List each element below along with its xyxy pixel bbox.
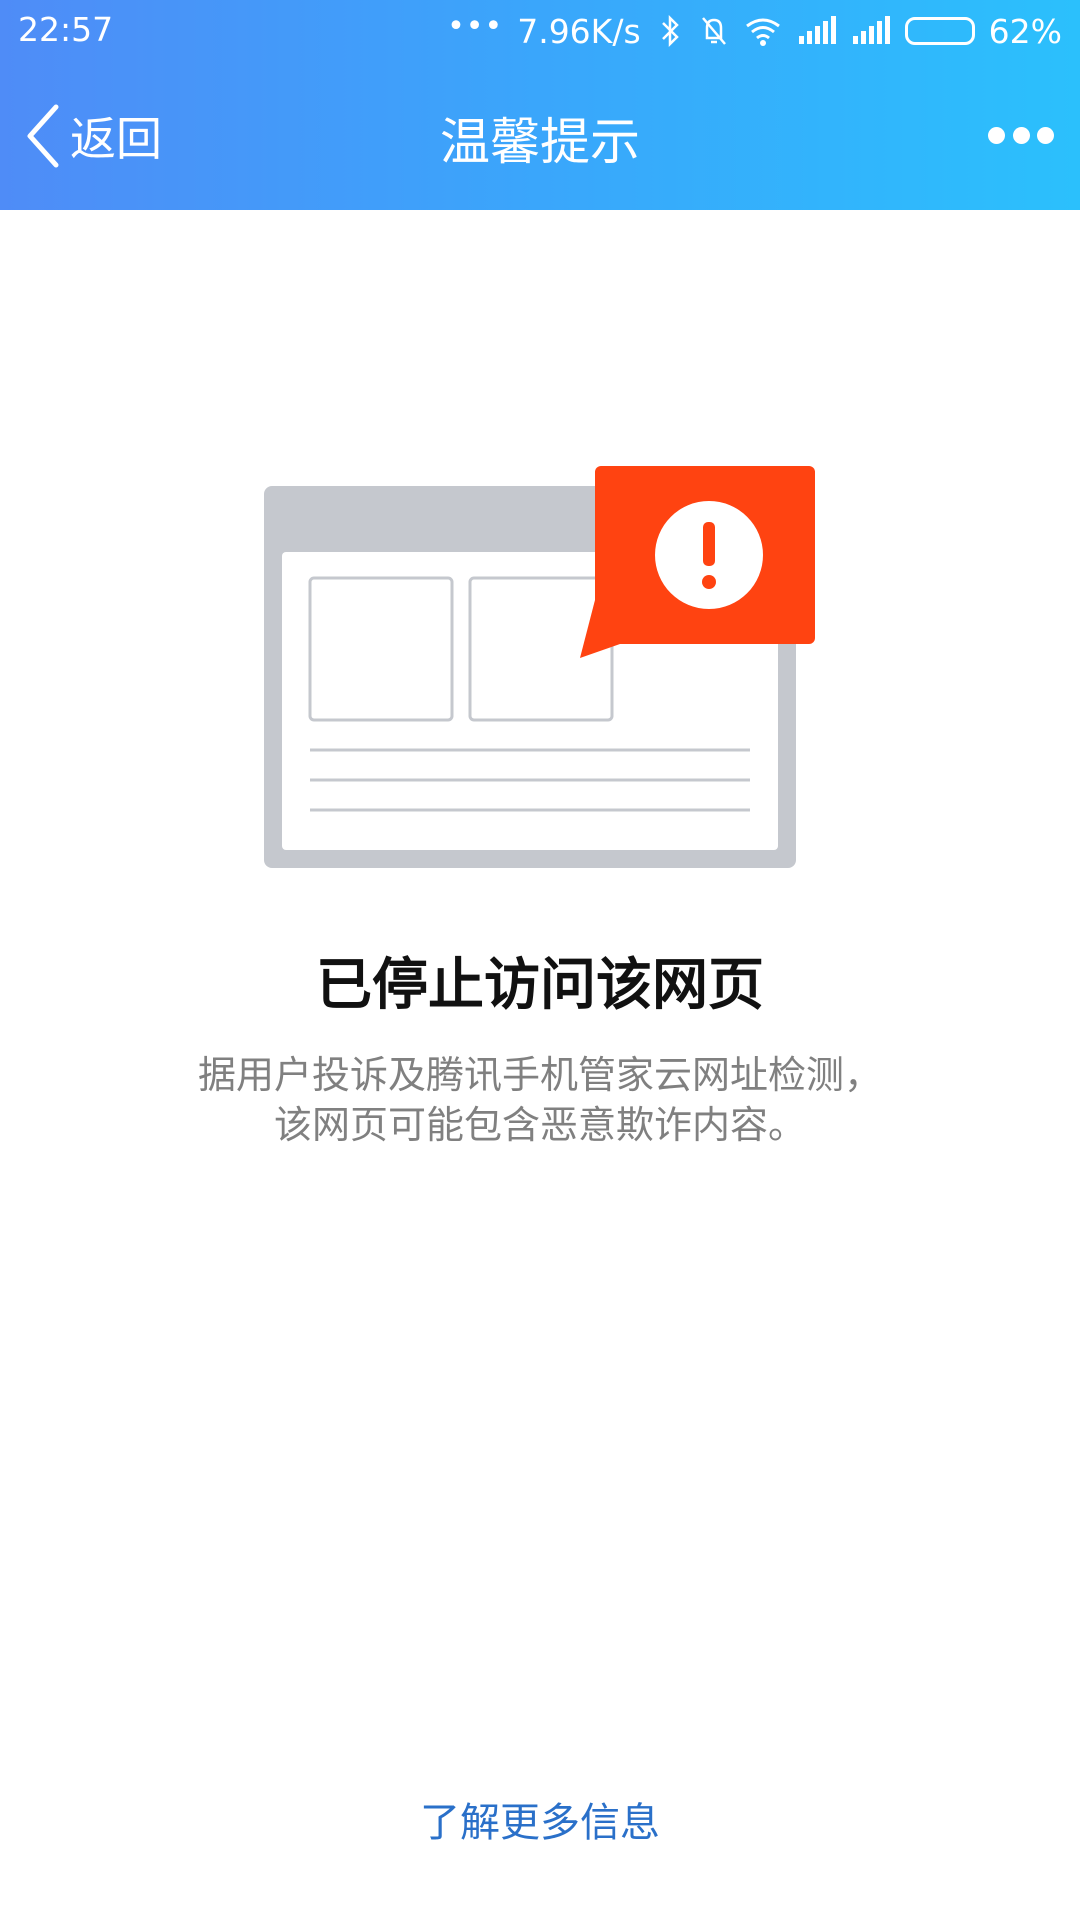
learn-more-link[interactable]: 了解更多信息 — [0, 1790, 1080, 1848]
warning-line-1: 据用户投诉及腾讯手机管家云网址检测， — [197, 1053, 882, 1097]
mute-icon — [701, 17, 726, 45]
page-title: 温馨提示 — [440, 113, 640, 171]
battery-percent: 62% — [988, 11, 1062, 51]
bluetooth-icon — [661, 14, 679, 48]
more-button[interactable] — [988, 120, 1054, 150]
blocked-webpage-warning-icon — [264, 466, 815, 868]
network-speed: 7.96K/s — [517, 11, 641, 51]
status-time: 22:57 — [18, 10, 114, 49]
more-dot — [1012, 126, 1030, 144]
status-bar: 22:57 ••• 7.96K/s 62% — [0, 0, 1080, 62]
warning-title: 已停止访问该网页 — [316, 953, 764, 1018]
more-dots-icon: ••• — [447, 8, 504, 44]
status-icons: ••• 7.96K/s 62% — [447, 8, 1062, 52]
warning-line-2: 该网页可能包含恶意欺诈内容。 — [273, 1103, 806, 1147]
signal-icon — [851, 16, 891, 46]
wifi-icon — [745, 18, 780, 46]
nav-bar: 返回 温馨提示 — [0, 62, 1080, 210]
warning-message: 据用户投诉及腾讯手机管家云网址检测， 该网页可能包含恶意欺诈内容。 — [0, 1050, 1080, 1150]
more-dot — [1037, 126, 1054, 144]
battery-icon — [904, 17, 975, 45]
more-dot — [988, 126, 1005, 144]
signal-icon — [797, 16, 837, 46]
header: 22:57 ••• 7.96K/s 62% 返回 温馨提示 — [0, 0, 1080, 210]
